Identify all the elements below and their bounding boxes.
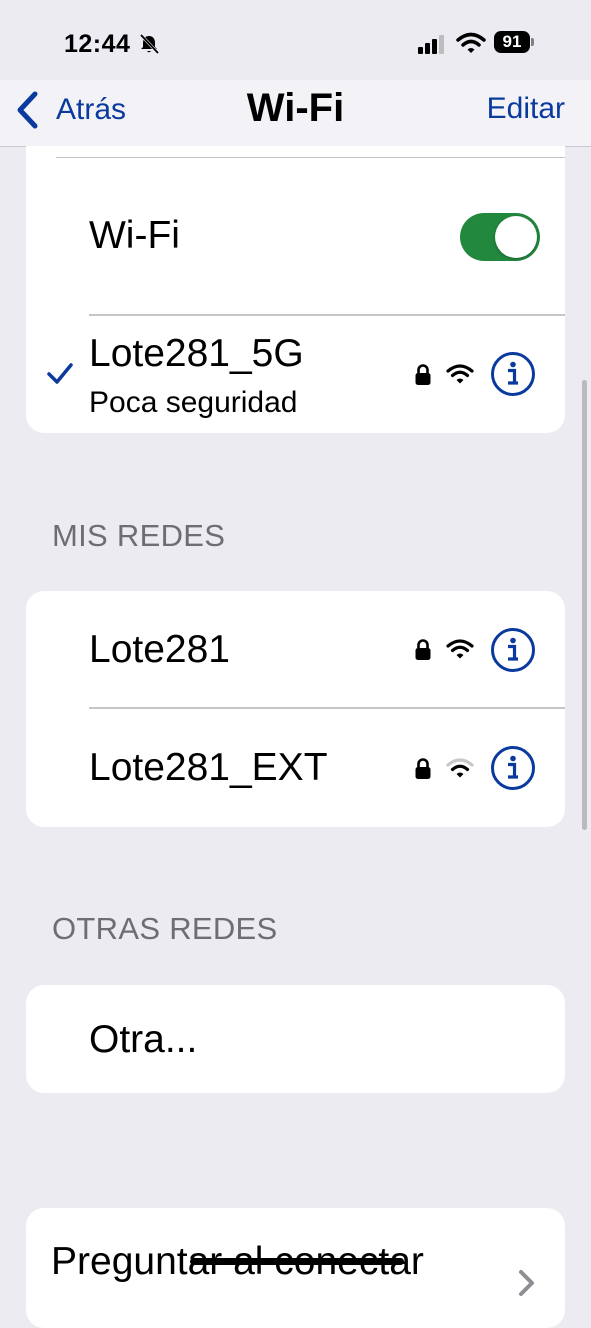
- info-icon[interactable]: [490, 745, 536, 791]
- wifi-signal-icon: [446, 639, 474, 659]
- divider: [89, 314, 565, 316]
- checkmark-icon: [47, 363, 73, 384]
- status-time: 12:44: [64, 30, 131, 58]
- scrollbar[interactable]: [582, 380, 587, 830]
- status-bar: 12:44 91: [0, 0, 591, 80]
- edit-button[interactable]: Editar: [487, 92, 565, 126]
- battery-level: 91: [494, 31, 530, 53]
- wifi-toggle-label: Wi-Fi: [89, 214, 180, 257]
- other-networks-card: Otra...: [26, 985, 565, 1093]
- battery-icon: 91: [494, 31, 536, 55]
- my-networks-card: Lote281 Lote281_EXT: [26, 591, 565, 827]
- wifi-status-icon: [456, 32, 486, 53]
- divider: [89, 707, 565, 709]
- info-icon[interactable]: [490, 351, 536, 397]
- lock-icon: [415, 758, 431, 779]
- ask-to-join-card: Preguntar al conectar: [26, 1208, 565, 1328]
- wifi-toggle[interactable]: [460, 213, 540, 261]
- info-icon[interactable]: [490, 627, 536, 673]
- network-name: Lote281_EXT: [89, 746, 328, 789]
- wifi-signal-icon: [446, 364, 474, 384]
- connected-network-name: Lote281_5G: [89, 332, 304, 375]
- home-indicator[interactable]: [190, 1258, 404, 1265]
- divider: [56, 157, 565, 158]
- other-network-row[interactable]: Otra...: [89, 1018, 197, 1062]
- lock-icon: [415, 364, 431, 385]
- lock-icon: [415, 639, 431, 660]
- chevron-right-icon: [519, 1270, 534, 1296]
- section-header-other-networks: OTRAS REDES: [52, 911, 278, 946]
- connected-network-security: Poca seguridad: [89, 386, 298, 419]
- wifi-signal-icon: [446, 758, 474, 778]
- network-name: Lote281: [89, 628, 230, 671]
- bell-slash-icon: [139, 34, 160, 54]
- section-header-my-networks: MIS REDES: [52, 518, 226, 553]
- cellular-signal-icon: [418, 35, 444, 54]
- nav-bar: Atrás Wi-Fi Editar: [0, 80, 591, 147]
- wifi-card: Wi-Fi Lote281_5G Poca seguridad: [26, 146, 565, 433]
- toggle-knob: [495, 216, 537, 258]
